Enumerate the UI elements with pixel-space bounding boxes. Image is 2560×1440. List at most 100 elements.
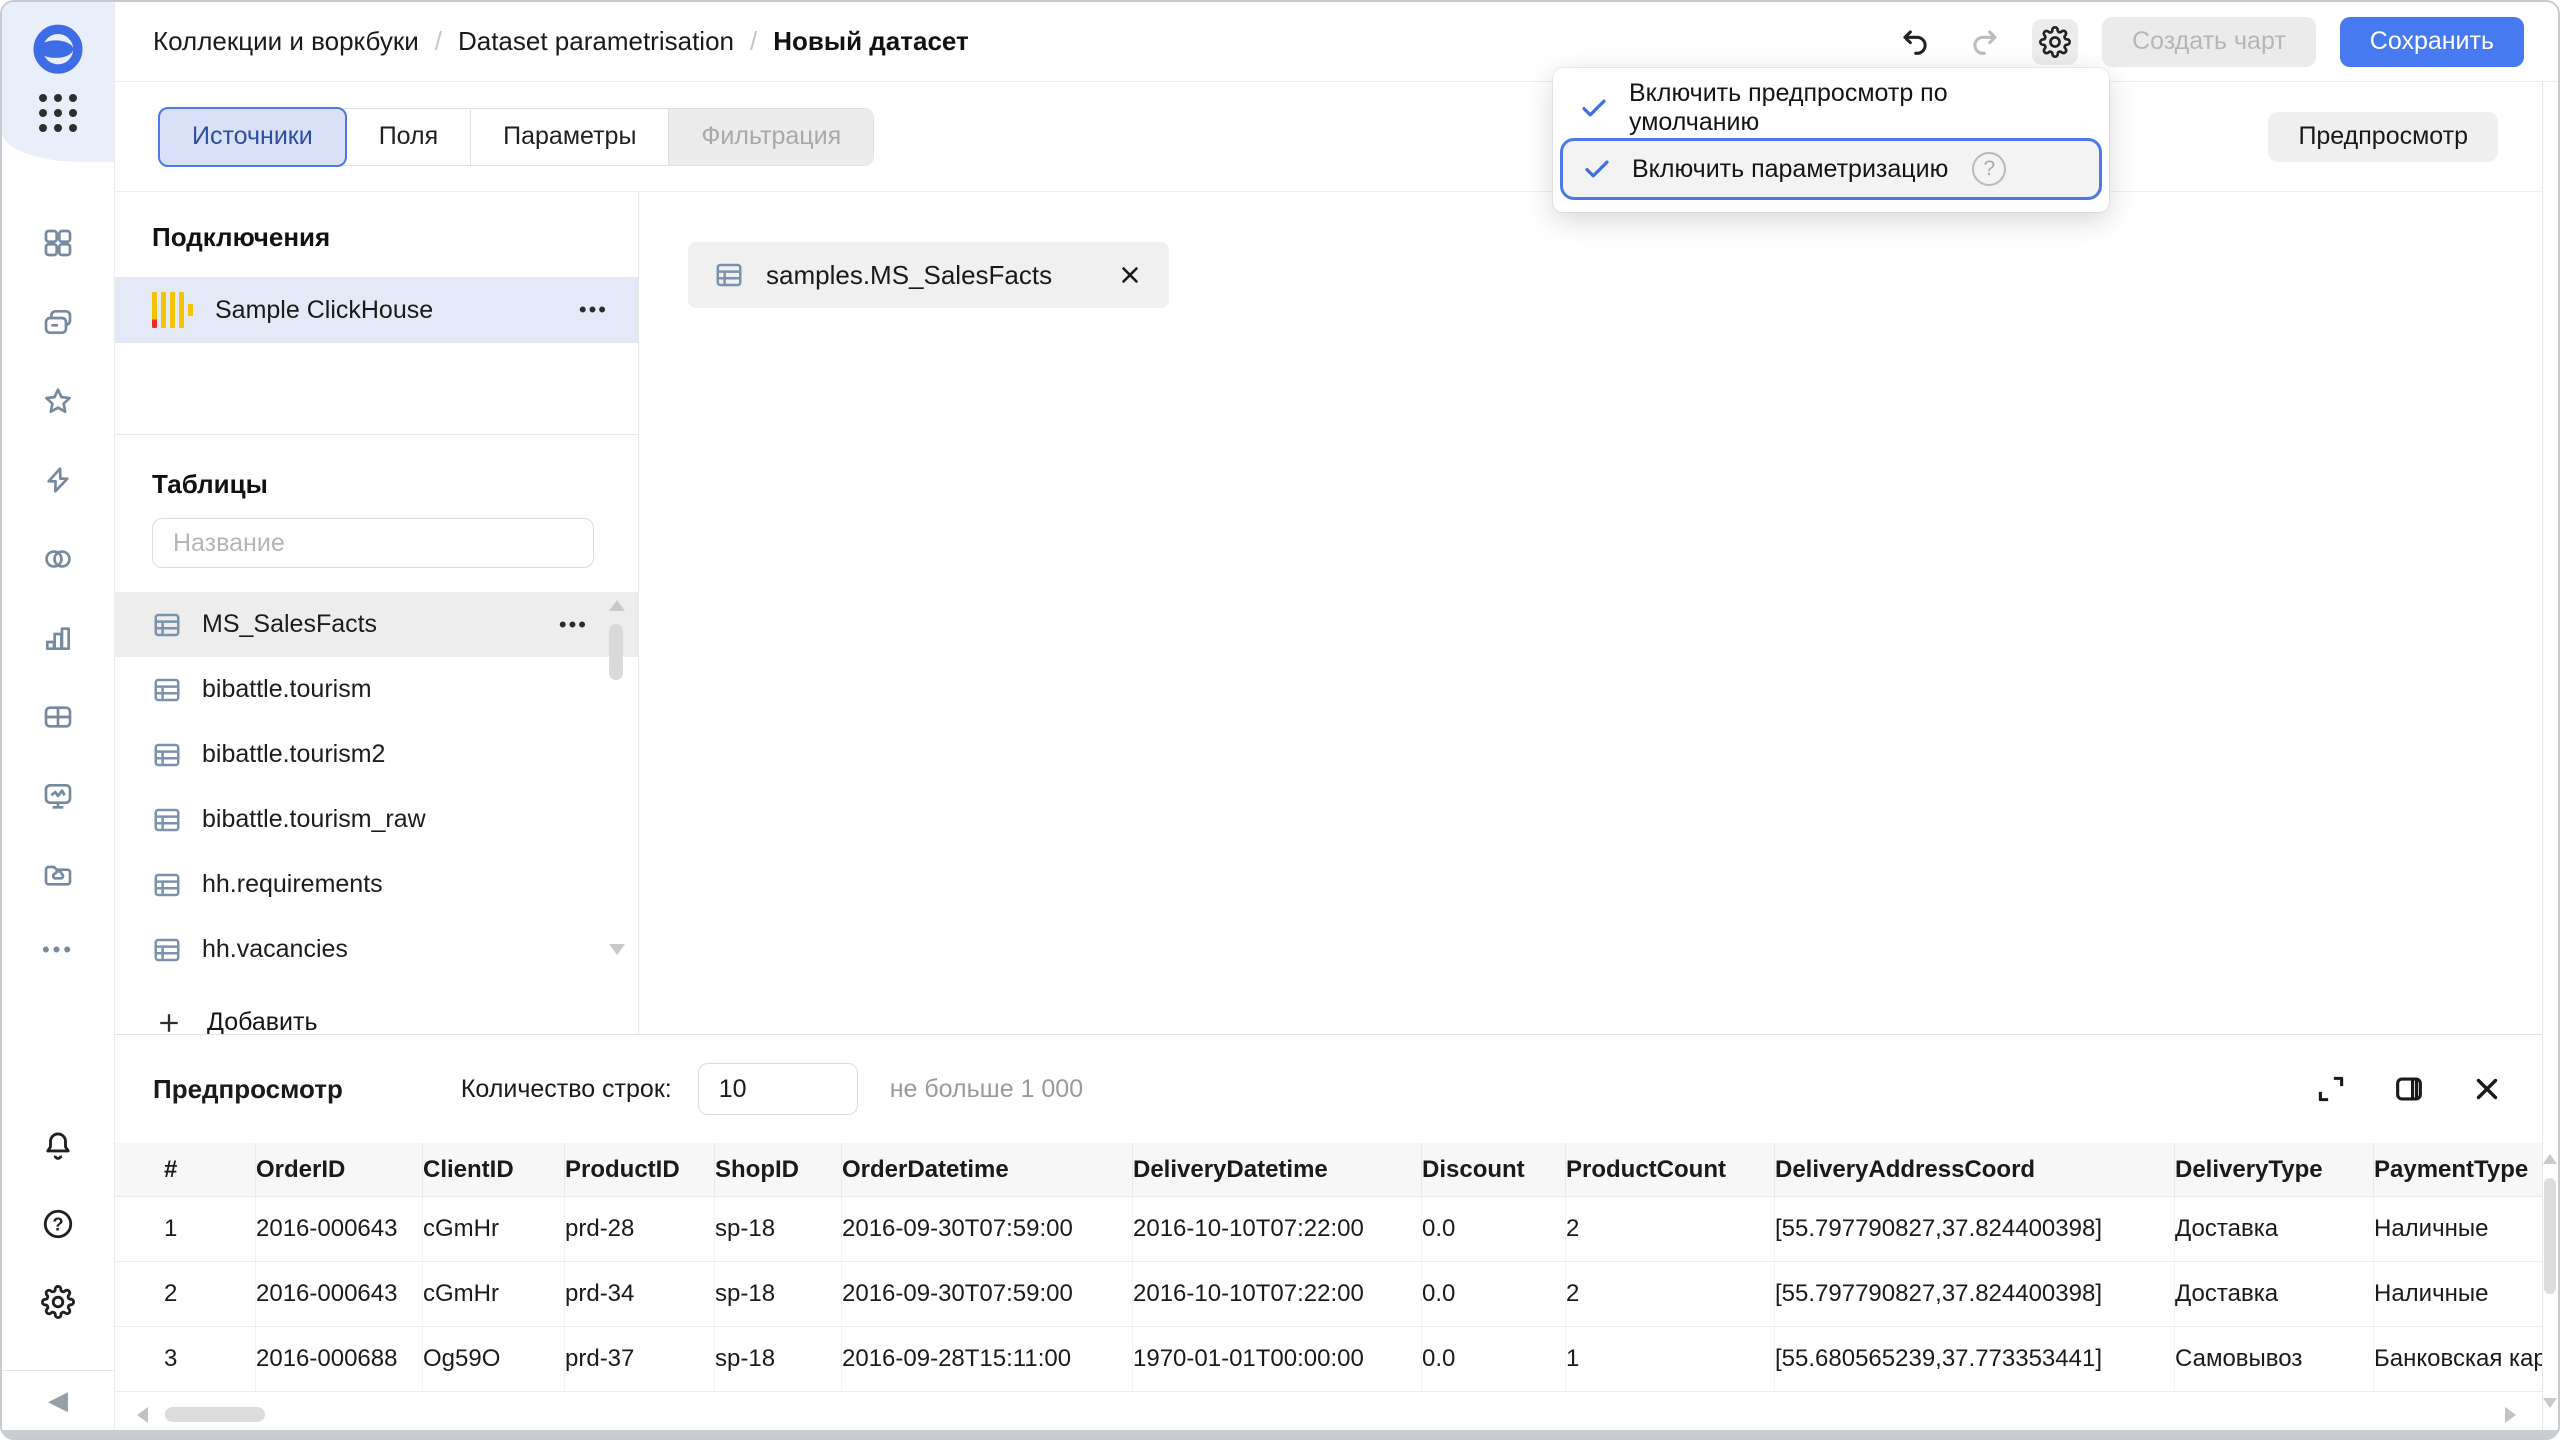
column-header: ClientID — [423, 1143, 565, 1196]
preview-toggle-button[interactable]: Предпросмотр — [2268, 112, 2498, 162]
scroll-down-arrow-icon[interactable] — [609, 944, 625, 955]
expand-preview-icon[interactable] — [2314, 1072, 2348, 1106]
datasets-table-icon[interactable] — [41, 700, 75, 734]
breadcrumb-separator: / — [435, 26, 442, 57]
favorites-star-icon[interactable] — [41, 384, 75, 418]
table-row: 32016-000688Og59Oprd-37sp-182016-09-28T1… — [115, 1327, 2542, 1392]
table-cell: 2016-10-10T07:22:00 — [1133, 1262, 1422, 1326]
table-row-label: hh.requirements — [202, 870, 383, 899]
help-circle-icon[interactable]: ? — [1972, 152, 2006, 186]
row-menu-button[interactable]: ••• — [559, 612, 588, 638]
connection-menu-button[interactable]: ••• — [579, 297, 608, 323]
scroll-down-arrow-icon[interactable] — [2543, 1398, 2557, 1408]
storage-folder-icon[interactable] — [41, 858, 75, 892]
redo-button[interactable] — [1962, 19, 2008, 65]
column-header: PaymentType — [2374, 1143, 2542, 1196]
table-cell: Банковская карта — [2374, 1327, 2542, 1391]
table-cell: Наличные — [2374, 1197, 2542, 1261]
horizontal-scrollbar[interactable] — [137, 1406, 2516, 1424]
table-list-item[interactable]: hh.requirements — [115, 852, 638, 917]
scroll-up-arrow-icon[interactable] — [609, 600, 625, 611]
rows-count-input[interactable] — [698, 1063, 858, 1115]
table-cell: Доставка — [2175, 1262, 2374, 1326]
settings-menu: Включить предпросмотр по умолчаниюВключи… — [1553, 68, 2109, 212]
table-search-input[interactable] — [152, 518, 594, 568]
column-header: Discount — [1422, 1143, 1566, 1196]
dashboard-grid-icon[interactable] — [41, 226, 75, 260]
connection-name: Sample ClickHouse — [215, 296, 433, 325]
lightning-icon[interactable] — [41, 463, 75, 497]
close-preview-icon[interactable] — [2470, 1072, 2504, 1106]
sidebar-header — [2, 2, 114, 162]
menu-item[interactable]: Включить параметризацию? — [1560, 138, 2102, 200]
preview-title: Предпросмотр — [153, 1074, 343, 1105]
settings-gear-icon[interactable] — [40, 1284, 76, 1320]
breadcrumb-item[interactable]: Новый датасет — [773, 26, 969, 57]
table-cell: Доставка — [2175, 1197, 2374, 1261]
clickhouse-logo-icon — [152, 292, 193, 328]
collections-icon[interactable] — [41, 305, 75, 339]
source-table-chip-label: samples.MS_SalesFacts — [766, 260, 1052, 291]
add-table-button[interactable]: Добавить — [115, 1008, 638, 1037]
left-panel: Подключения Sample ClickHouse ••• Таблиц… — [115, 192, 639, 1034]
gear-icon — [2039, 26, 2071, 58]
table-list-item[interactable]: bibattle.tourism2 — [115, 722, 638, 787]
tab-filtering[interactable]: Фильтрация — [669, 109, 873, 165]
breadcrumb-item[interactable]: Dataset parametrisation — [458, 26, 734, 57]
scroll-left-arrow-icon[interactable] — [137, 1407, 148, 1423]
vertical-scrollbar[interactable] — [2542, 82, 2558, 1430]
scroll-up-arrow-icon[interactable] — [2543, 1154, 2557, 1164]
collapse-sidebar-button[interactable]: ◀ — [2, 1370, 114, 1430]
save-button[interactable]: Сохранить — [2340, 17, 2524, 67]
vertical-scrollbar-thumb[interactable] — [2544, 1178, 2556, 1294]
app-window: ••• ? ◀ Коллекции и воркбуки / Dataset par… — [0, 0, 2560, 1440]
topbar-actions: Создать чарт Сохранить — [1892, 17, 2524, 67]
datalens-logo-icon[interactable] — [30, 2, 86, 58]
horizontal-scrollbar-thumb[interactable] — [165, 1407, 265, 1422]
breadcrumb-item[interactable]: Коллекции и воркбуки — [153, 26, 419, 57]
table-cell: 1 — [1566, 1327, 1775, 1391]
table-cell: 0.0 — [1422, 1262, 1566, 1326]
create-chart-button[interactable]: Создать чарт — [2102, 17, 2316, 67]
notifications-bell-icon[interactable] — [40, 1128, 76, 1164]
dataset-settings-button[interactable] — [2032, 19, 2078, 65]
column-header: # — [164, 1143, 256, 1196]
remove-source-icon[interactable] — [1117, 262, 1143, 288]
table-cell: Наличные — [2374, 1262, 2542, 1326]
table-list-item[interactable]: hh.vacancies — [115, 917, 638, 982]
source-table-chip[interactable]: samples.MS_SalesFacts — [688, 242, 1169, 308]
column-header: OrderDatetime — [842, 1143, 1133, 1196]
help-icon[interactable]: ? — [40, 1206, 76, 1242]
rows-limit-hint: не больше 1 000 — [890, 1075, 1083, 1104]
table-cell: prd-37 — [565, 1327, 715, 1391]
split-view-icon[interactable] — [2392, 1072, 2426, 1106]
tab-fields[interactable]: Поля — [347, 109, 471, 165]
table-icon — [152, 935, 182, 965]
table-cell: [55.680565239,37.773353441] — [1775, 1327, 2175, 1391]
connection-item[interactable]: Sample ClickHouse ••• — [115, 277, 638, 343]
monitoring-icon[interactable] — [41, 779, 75, 813]
breadcrumb-separator: / — [750, 26, 757, 57]
table-cell: 2016-09-28T15:11:00 — [842, 1327, 1133, 1391]
scroll-right-arrow-icon[interactable] — [2505, 1407, 2516, 1423]
undo-button[interactable] — [1892, 19, 1938, 65]
table-cell: Самовывоз — [2175, 1327, 2374, 1391]
table-row-label: hh.vacancies — [202, 935, 348, 964]
connections-icon[interactable] — [41, 542, 75, 576]
table-list-item[interactable]: bibattle.tourism_raw — [115, 787, 638, 852]
window-bottom-edge — [2, 1430, 2558, 1438]
menu-item[interactable]: Включить предпросмотр по умолчанию — [1553, 78, 2109, 138]
table-list-item[interactable]: MS_SalesFacts ••• — [115, 592, 638, 657]
tab-sources[interactable]: Источники — [158, 107, 347, 167]
apps-grid-icon[interactable] — [39, 94, 77, 132]
table-cell: 2016-09-30T07:59:00 — [842, 1262, 1133, 1326]
charts-icon[interactable] — [41, 621, 75, 655]
tables-list-scrollbar[interactable] — [608, 592, 624, 982]
table-list-item[interactable]: bibattle.tourism — [115, 657, 638, 722]
tab-parameters[interactable]: Параметры — [471, 109, 669, 165]
column-header: ProductID — [565, 1143, 715, 1196]
tables-list-scrollbar-thumb[interactable] — [609, 624, 623, 680]
menu-item-label: Включить параметризацию — [1632, 155, 1948, 184]
section-divider — [115, 343, 638, 435]
more-ellipsis-icon[interactable]: ••• — [42, 937, 74, 963]
